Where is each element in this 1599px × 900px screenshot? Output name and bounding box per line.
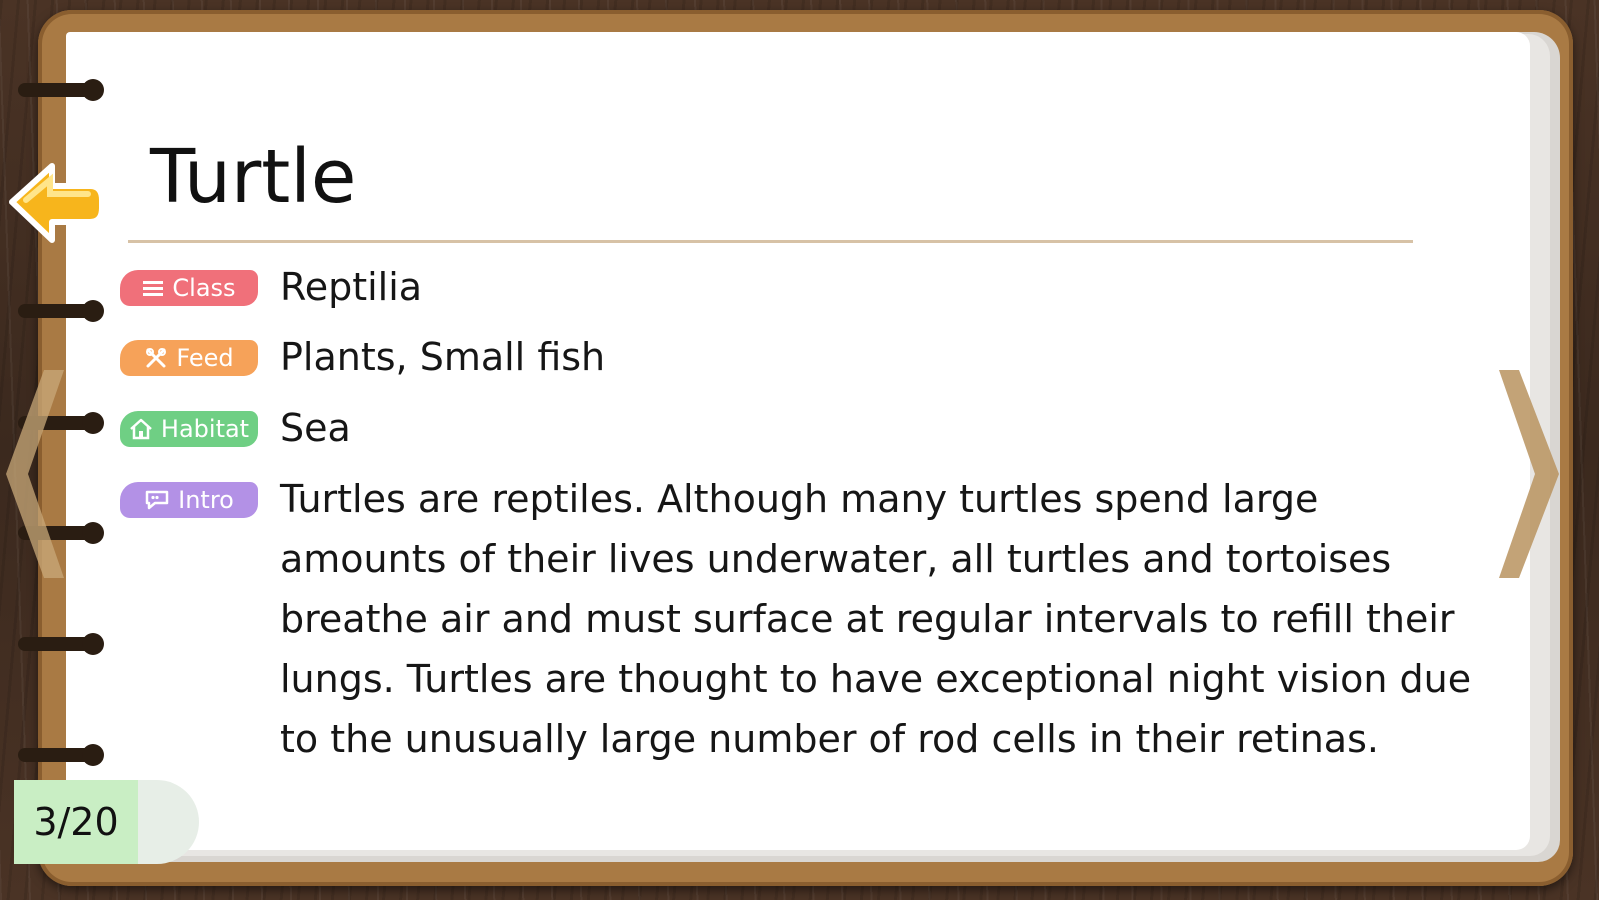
habitat-value: Sea	[280, 406, 351, 450]
binder-ring	[18, 300, 104, 322]
binder-ring	[18, 744, 104, 766]
feed-tag-label: Feed	[176, 344, 234, 372]
next-page-button[interactable]	[1495, 366, 1565, 586]
habitat-tag-label: Habitat	[160, 415, 250, 443]
class-tag-label: Class	[172, 274, 236, 302]
chevron-left-icon	[6, 370, 64, 578]
feed-value: Plants, Small fish	[280, 335, 606, 379]
title-divider	[128, 240, 1413, 243]
intro-tag: Intro	[120, 482, 258, 518]
habitat-tag: Habitat	[120, 411, 258, 447]
notebook-screen: Turtle Class Reptilia Feed Plants, Small…	[0, 0, 1599, 900]
class-value: Reptilia	[280, 265, 423, 309]
entry-title: Turtle	[150, 134, 357, 220]
previous-page-button[interactable]	[0, 366, 70, 586]
page-counter-container: 3/20	[14, 780, 199, 864]
back-button[interactable]	[4, 160, 105, 250]
class-tag: Class	[120, 270, 258, 306]
intro-text: Turtles are reptiles. Although many turt…	[280, 477, 1472, 761]
page-counter: 3/20	[14, 780, 138, 864]
list-icon	[143, 281, 164, 296]
utensils-icon	[146, 348, 167, 368]
binder-ring	[18, 633, 104, 655]
speech-bubble-icon	[145, 490, 169, 510]
binder-ring	[18, 79, 104, 101]
house-icon	[130, 418, 152, 440]
chevron-right-icon	[1499, 370, 1559, 578]
intro-tag-label: Intro	[178, 486, 234, 514]
arrow-left-icon	[9, 163, 105, 243]
feed-tag: Feed	[120, 340, 258, 376]
